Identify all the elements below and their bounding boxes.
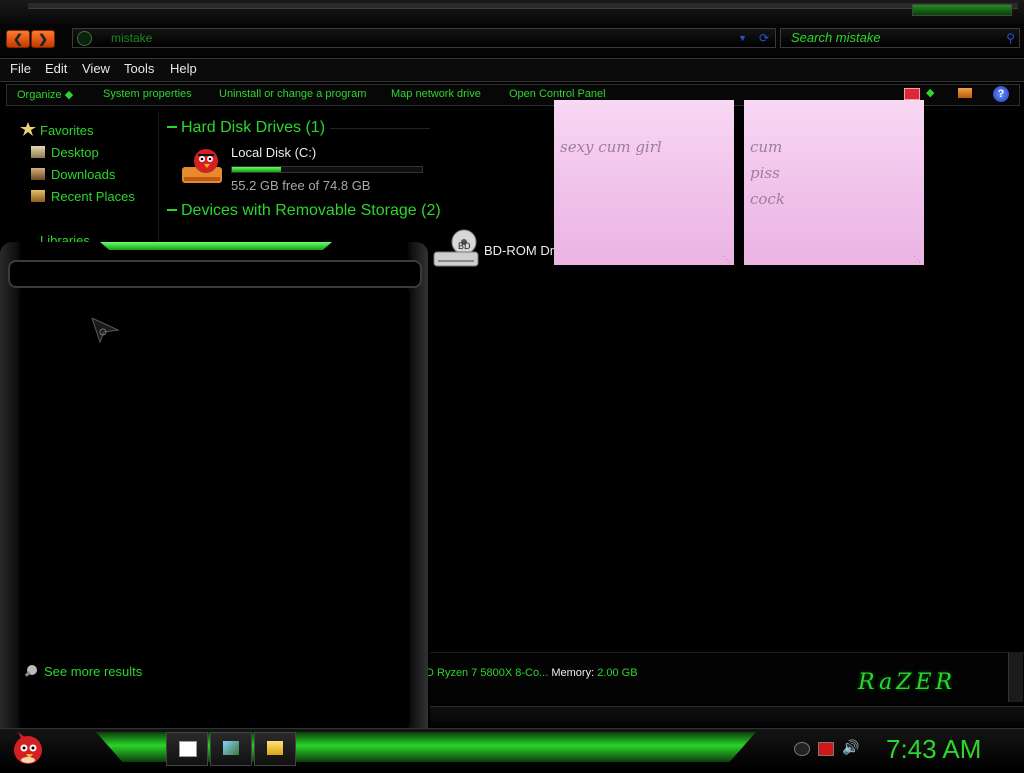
search-more-icon: [24, 664, 38, 678]
menu-tools[interactable]: Tools: [124, 61, 154, 76]
desktop-icon: [31, 146, 45, 158]
group-collapse-icon[interactable]: [167, 126, 177, 128]
resize-grip-icon[interactable]: ⋱: [723, 255, 731, 264]
bd-badge-text: BD: [458, 241, 471, 251]
recent-places-icon: [31, 190, 45, 202]
folder-icon: [267, 741, 283, 755]
menu-file[interactable]: File: [10, 61, 31, 76]
resize-grip-icon[interactable]: ⋱: [913, 255, 921, 264]
chevron-down-icon[interactable]: ▼: [738, 29, 747, 47]
razer-logo: RaZER: [858, 670, 957, 695]
memory-value: 2.00 GB: [597, 667, 638, 679]
sidebar-item-desktop[interactable]: Desktop: [51, 145, 99, 160]
local-disk-label[interactable]: Local Disk (C:): [231, 145, 316, 160]
uninstall-program-button[interactable]: Uninstall or change a program: [219, 88, 366, 100]
angry-bird-drive-icon[interactable]: [180, 147, 224, 187]
search-input[interactable]: Search mistake ⚲: [780, 28, 1020, 48]
sidebar-item-downloads[interactable]: Downloads: [51, 167, 115, 182]
memory-label: Memory:: [551, 667, 595, 679]
taskbar-button-explorer[interactable]: [254, 732, 296, 766]
disk-usage-bar: [231, 166, 423, 173]
forward-button[interactable]: ❯: [31, 30, 55, 48]
sticky-note-1[interactable]: sexy cum girl ⋱: [554, 100, 734, 265]
notes-icon: [223, 741, 239, 755]
taskbar-clock[interactable]: 7:43 AM: [886, 734, 981, 765]
group-header-hard-disk[interactable]: Hard Disk Drives (1): [181, 119, 325, 137]
menu-edit[interactable]: Edit: [45, 61, 67, 76]
system-properties-button[interactable]: System properties: [103, 88, 192, 100]
search-placeholder: Search mistake: [791, 30, 881, 45]
bd-rom-drive-label[interactable]: BD-ROM Dr: [484, 243, 554, 258]
back-button[interactable]: ❮: [6, 30, 30, 48]
start-menu-glow: [100, 242, 332, 250]
address-bar[interactable]: mistake ▼ ⟳: [72, 28, 776, 48]
bd-rom-drive-icon[interactable]: BD: [432, 228, 480, 270]
refresh-icon[interactable]: ⟳: [759, 29, 769, 47]
search-icon[interactable]: ⚲: [1006, 29, 1015, 47]
taskbar-button-sticky-notes[interactable]: [210, 732, 252, 766]
processor-value: D Ryzen 7 5800X 8-Co...: [426, 667, 549, 679]
downloads-icon: [31, 168, 45, 180]
action-center-flag-icon[interactable]: [818, 742, 834, 756]
group-collapse-icon[interactable]: [167, 209, 177, 211]
taskbar-button-solitaire[interactable]: [166, 732, 208, 766]
menu-view[interactable]: View: [82, 61, 110, 76]
sticky-note-text[interactable]: cock: [750, 190, 785, 208]
sticky-note-text[interactable]: sexy cum girl: [560, 138, 662, 156]
sticky-note-2[interactable]: cum piss cock ⋱: [744, 100, 924, 265]
cards-icon: [179, 741, 197, 757]
system-info-text: D Ryzen 7 5800X 8-Co... Memory: 2.00 GB: [426, 667, 638, 679]
see-more-results-link[interactable]: See more results: [44, 664, 142, 679]
mouse-cursor-icon: [90, 317, 120, 344]
window-caption-buttons[interactable]: [912, 4, 1012, 16]
view-options-icon[interactable]: [904, 88, 920, 100]
view-dropdown-icon[interactable]: ◆: [926, 86, 934, 99]
start-results-panel: [20, 292, 410, 722]
details-scrollbar[interactable]: [1008, 652, 1023, 702]
star-icon: [20, 122, 36, 136]
organize-label: Organize: [17, 89, 62, 101]
organize-button[interactable]: Organize ◆: [17, 88, 73, 101]
open-control-panel-button[interactable]: Open Control Panel: [509, 88, 606, 100]
favorites-header[interactable]: Favorites: [40, 123, 93, 138]
sidebar-item-recent-places[interactable]: Recent Places: [51, 189, 135, 204]
disk-usage-fill: [232, 167, 282, 172]
location-icon: [77, 31, 92, 46]
pane-divider[interactable]: [158, 112, 159, 252]
tray-chevron-icon[interactable]: [794, 742, 810, 756]
map-network-drive-button[interactable]: Map network drive: [391, 88, 481, 100]
start-button-angry-bird-icon[interactable]: [6, 728, 46, 768]
help-icon[interactable]: ?: [993, 86, 1009, 102]
status-bar: [430, 706, 1024, 727]
volume-icon[interactable]: 🔊: [842, 739, 859, 756]
sticky-note-text[interactable]: piss: [750, 164, 780, 182]
sticky-note-text[interactable]: cum: [750, 138, 782, 156]
menu-help[interactable]: Help: [170, 61, 197, 76]
disk-free-space: 55.2 GB free of 74.8 GB: [231, 178, 371, 193]
group-header-removable[interactable]: Devices with Removable Storage (2): [181, 202, 441, 220]
start-search-input[interactable]: [8, 260, 422, 288]
group-divider: [330, 128, 430, 129]
address-text: mistake: [111, 31, 153, 45]
preview-pane-icon[interactable]: [958, 88, 972, 98]
